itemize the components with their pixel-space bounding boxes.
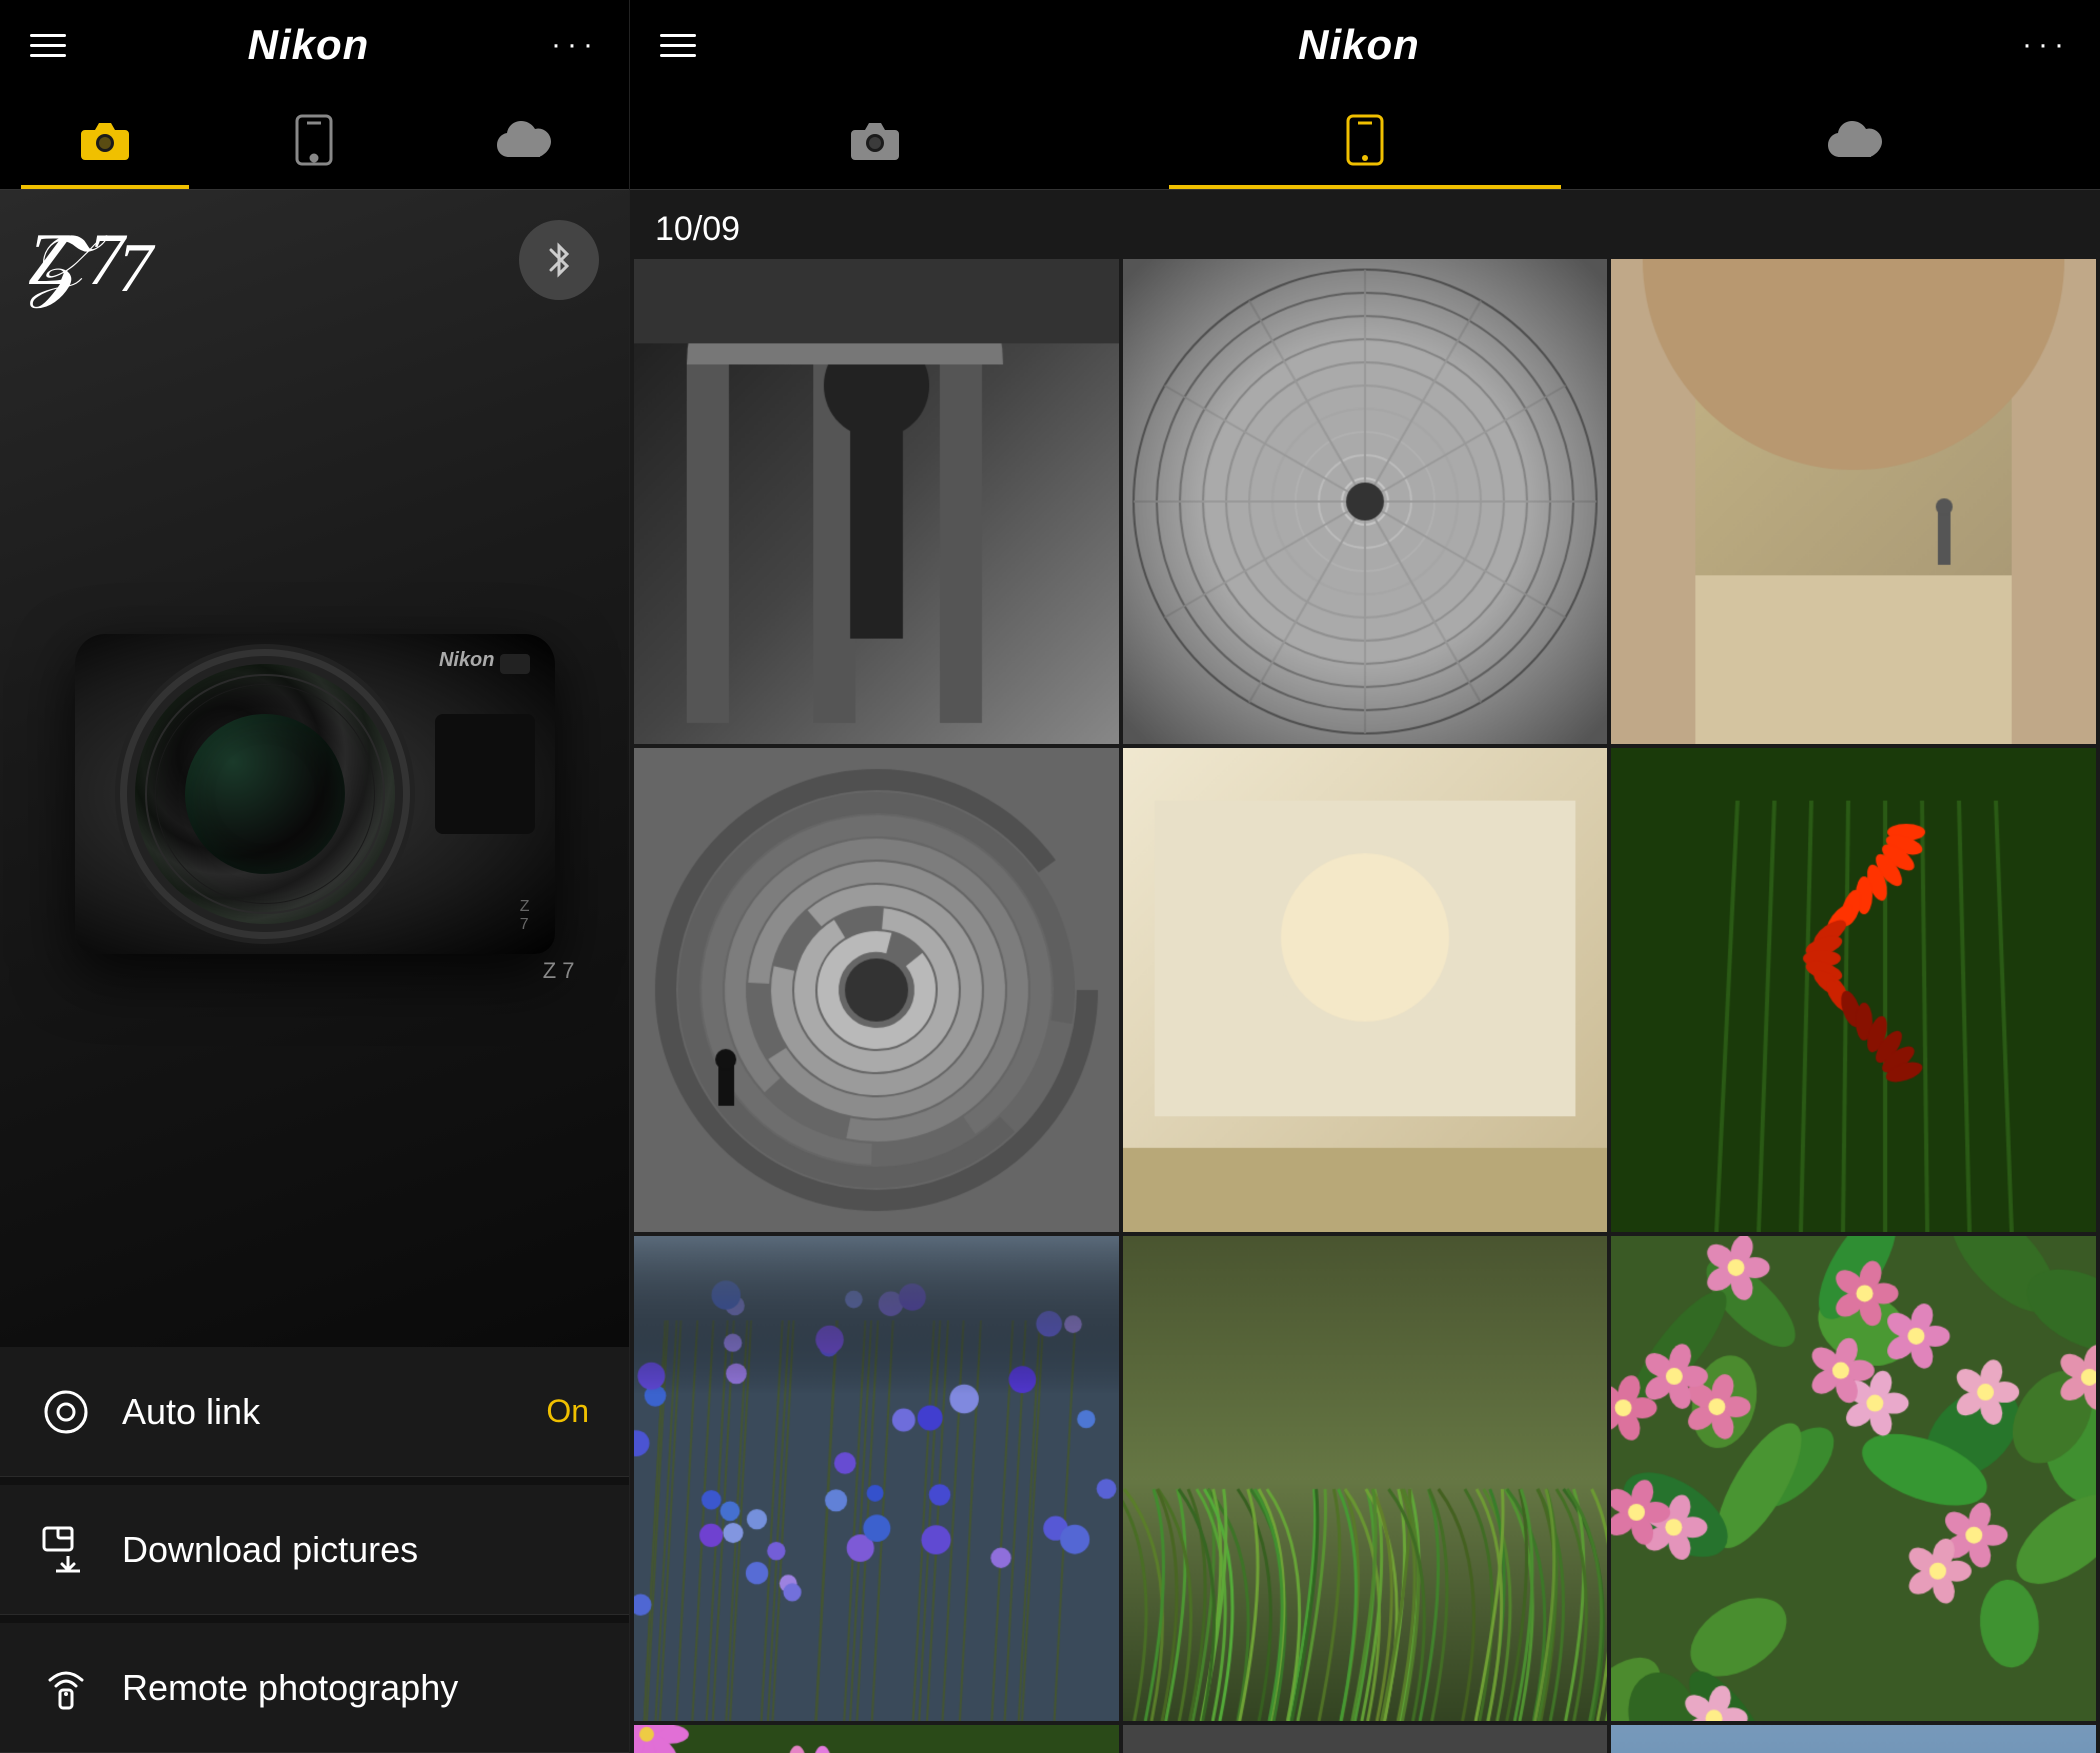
left-tab-camera[interactable]: [0, 90, 210, 189]
left-more-button[interactable]: ···: [551, 28, 599, 62]
gallery-container[interactable]: 10/09: [630, 190, 2100, 1753]
camera-image: NIKKOR Nikon Z7 Z 7: [55, 614, 575, 984]
download-icon: [40, 1524, 92, 1576]
left-header: Nikon ···: [0, 0, 629, 90]
left-tabs: [0, 90, 629, 190]
gallery-item-2[interactable]: [1123, 259, 1608, 744]
gallery-item-3[interactable]: [1611, 259, 2096, 744]
auto-link-status: On: [546, 1393, 589, 1430]
gallery-item-9[interactable]: [1611, 1236, 2096, 1721]
right-cloud-icon: [1826, 119, 1884, 161]
gallery-item-6[interactable]: [1611, 748, 2096, 1233]
gallery-item-10[interactable]: [634, 1725, 1119, 1753]
gallery-grid: [630, 259, 2100, 1753]
bluetooth-icon: [539, 240, 579, 280]
bluetooth-button[interactable]: [519, 220, 599, 300]
sync-icon: [40, 1386, 92, 1438]
remote-photography-item[interactable]: Remote photography: [0, 1623, 629, 1753]
auto-link-label: Auto link: [122, 1391, 260, 1433]
gallery-date: 10/09: [630, 190, 2100, 259]
right-tab-phone[interactable]: [1120, 90, 1610, 189]
download-pictures-item[interactable]: Download pictures: [0, 1485, 629, 1615]
right-tab-cloud[interactable]: [1610, 90, 2100, 189]
camera-icon: [79, 119, 131, 161]
right-header: Nikon ···: [630, 0, 2100, 90]
left-tab-phone[interactable]: [210, 90, 420, 189]
auto-link-item[interactable]: Auto link On: [0, 1347, 629, 1477]
right-panel: Nikon ··· 10/09: [630, 0, 2100, 1753]
left-tab-cloud[interactable]: [419, 90, 629, 189]
gallery-item-12[interactable]: [1611, 1725, 2096, 1753]
left-panel: Nikon ··· 𝒵 7: [0, 0, 630, 1753]
right-app-title: Nikon: [1298, 21, 1420, 69]
download-pictures-label: Download pictures: [122, 1529, 418, 1571]
gallery-item-1[interactable]: [634, 259, 1119, 744]
phone-icon: [293, 114, 335, 166]
left-menu-button[interactable]: [30, 34, 66, 57]
gallery-item-11[interactable]: [1123, 1725, 1608, 1753]
gallery-item-7[interactable]: [634, 1236, 1119, 1721]
nikon-body-label: Nikon: [439, 649, 495, 672]
gallery-item-4[interactable]: [634, 748, 1119, 1233]
gallery-item-8[interactable]: [1123, 1236, 1608, 1721]
right-tab-camera[interactable]: [630, 90, 1120, 189]
right-phone-icon: [1344, 114, 1386, 166]
right-menu-button[interactable]: [660, 34, 696, 57]
right-tabs: [630, 90, 2100, 190]
left-app-title: Nikon: [248, 21, 370, 69]
z7-model-text: Z 7: [28, 218, 125, 303]
gallery-item-5[interactable]: [1123, 748, 1608, 1233]
camera-hero: 𝒵 7 Z 7 NIKKOR: [0, 190, 629, 1347]
z7-small-label: Z7: [520, 898, 530, 934]
right-camera-icon: [849, 119, 901, 161]
serial-number: Z 7: [543, 958, 575, 984]
menu-items: Auto link On Download pictures: [0, 1347, 629, 1753]
remote-photography-label: Remote photography: [122, 1667, 458, 1709]
remote-icon: [40, 1662, 92, 1714]
right-more-button[interactable]: ···: [2022, 28, 2070, 62]
cloud-icon: [495, 119, 553, 161]
